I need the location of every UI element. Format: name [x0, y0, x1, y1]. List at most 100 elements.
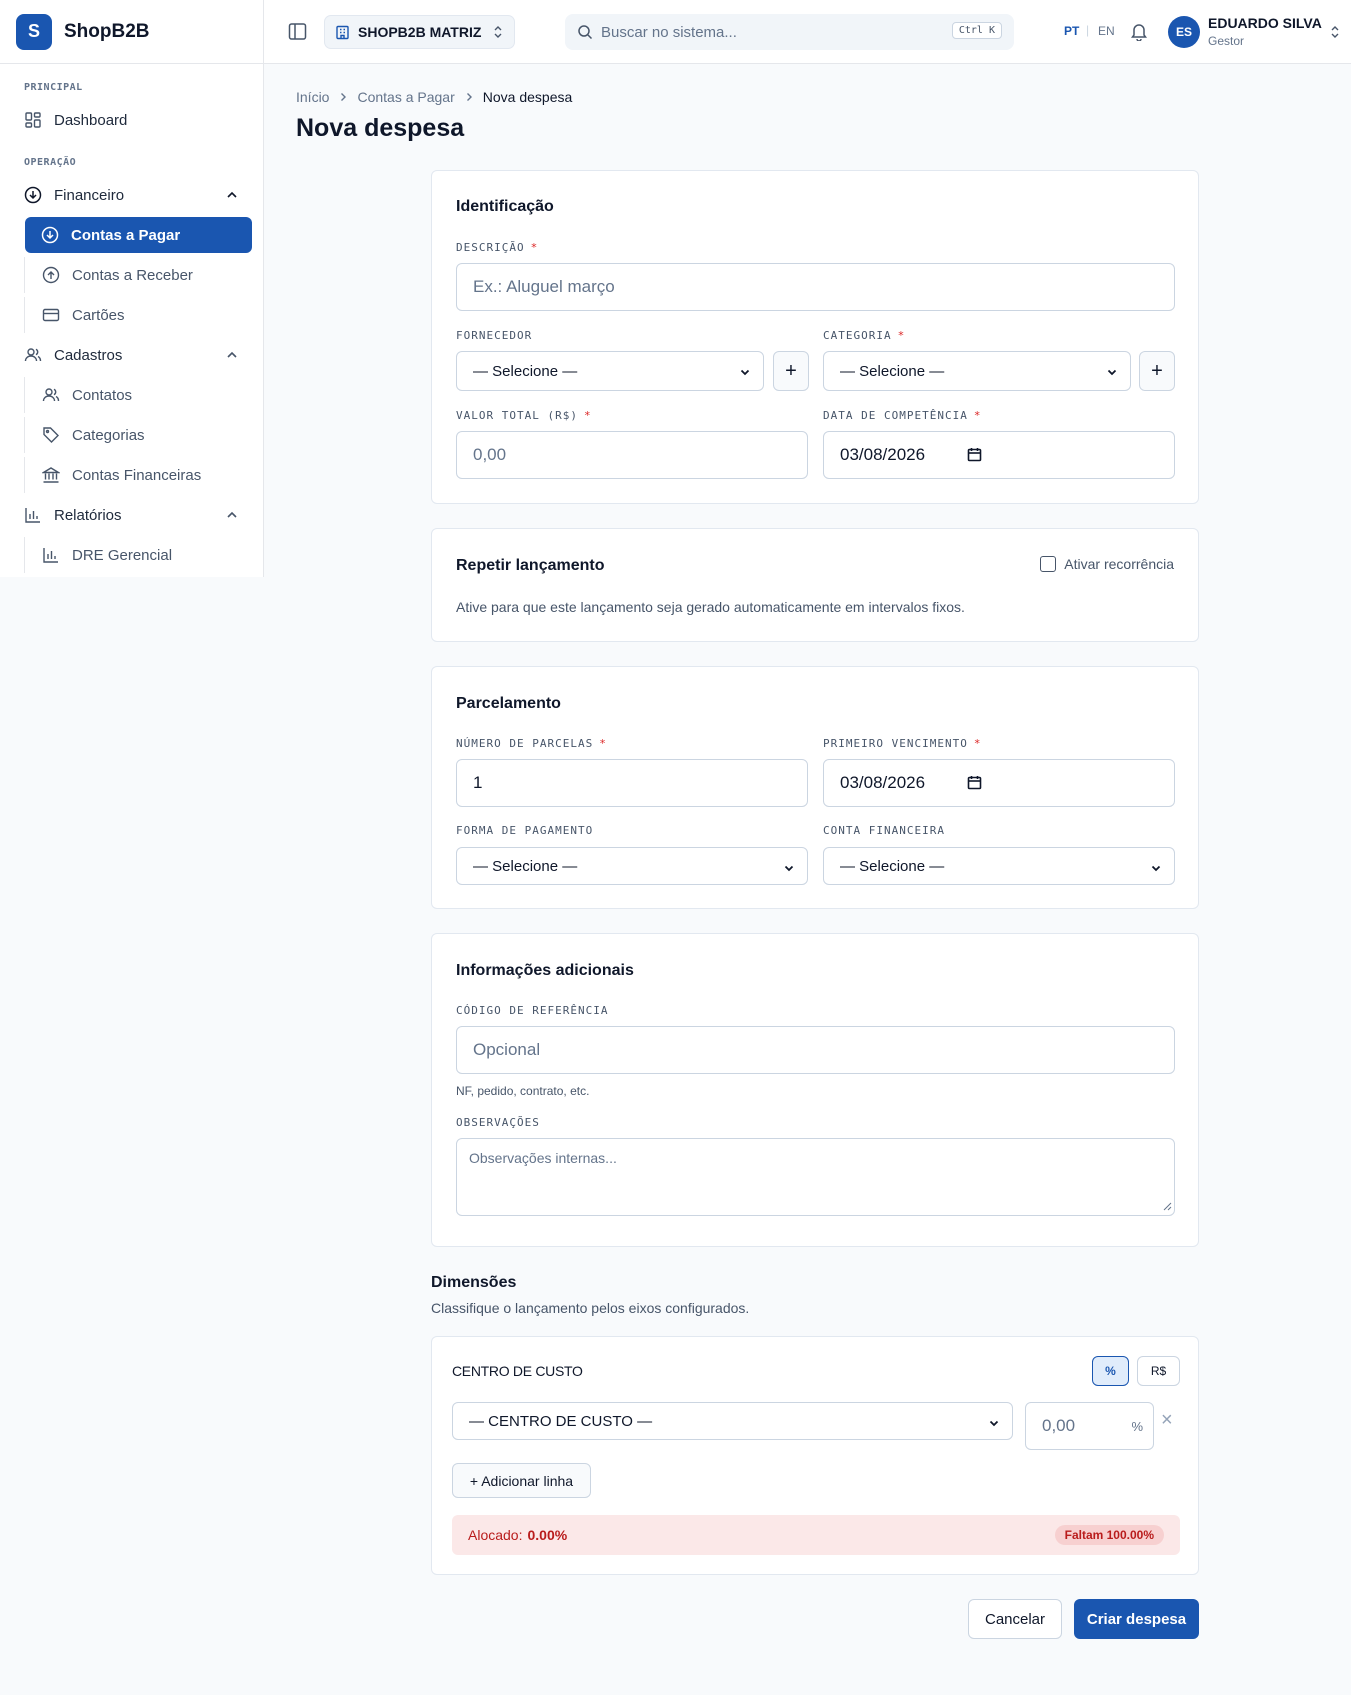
chevron-down-icon — [783, 861, 795, 878]
sidebar-item-label: Contatos — [72, 386, 133, 404]
recorrencia-checkbox[interactable] — [1040, 556, 1057, 572]
label-text: CATEGORIA — [823, 329, 892, 342]
add-fornecedor-button[interactable]: + — [773, 351, 809, 391]
categoria-select[interactable]: — Selecione — — [823, 351, 1131, 391]
breadcrumb-item-contas[interactable]: Contas a Pagar — [357, 89, 454, 105]
resize-handle-icon[interactable] — [1163, 1198, 1172, 1214]
valor-input[interactable]: 0,00 — [456, 431, 808, 479]
sidebar-toggle-icon[interactable] — [288, 22, 307, 46]
chevron-down-icon — [1150, 861, 1162, 878]
users-icon — [42, 386, 60, 404]
sidebar-item-dre-gerencial[interactable]: DRE Gerencial — [24, 537, 251, 573]
sidebar-item-contas-a-pagar[interactable]: Contas a Pagar — [25, 217, 252, 253]
user-name[interactable]: EDUARDO SILVA — [1208, 15, 1322, 31]
user-role: Gestor — [1208, 34, 1245, 48]
search-input[interactable]: Buscar no sistema... Ctrl K — [565, 14, 1014, 50]
lang-en[interactable]: EN — [1098, 24, 1115, 38]
bank-icon — [42, 466, 60, 484]
lang-pt[interactable]: PT — [1064, 24, 1079, 38]
required-mark: * — [530, 241, 539, 254]
sidebar-group-label: Relatórios — [54, 506, 122, 524]
vencimento-date-input[interactable]: 03/08/2026 — [823, 759, 1175, 807]
building-icon — [335, 25, 350, 40]
dimensoes-subtitle: Classifique o lançamento pelos eixos con… — [431, 1300, 750, 1316]
add-line-button[interactable]: + Adicionar linha — [452, 1463, 591, 1498]
chevron-right-icon — [464, 92, 474, 102]
fornecedor-select[interactable]: — Selecione — — [456, 351, 764, 391]
parcelas-input[interactable]: 1 — [456, 759, 808, 807]
sidebar-item-categorias[interactable]: Categorias — [24, 417, 251, 453]
chevron-up-icon — [225, 508, 239, 526]
select-value: — CENTRO DE CUSTO — — [469, 1412, 653, 1430]
brand[interactable]: S ShopB2B — [0, 0, 263, 64]
required-mark: * — [897, 329, 906, 342]
centro-custo-select[interactable]: — CENTRO DE CUSTO — — [452, 1402, 1013, 1440]
codigo-input[interactable]: Opcional — [456, 1026, 1175, 1074]
tag-icon — [42, 426, 60, 444]
sidebar-item-label: Dashboard — [54, 111, 128, 129]
chevrons-up-down-icon[interactable] — [1329, 25, 1341, 44]
competencia-date-input[interactable]: 03/08/2026 — [823, 431, 1175, 479]
sidebar-group-relatorios[interactable]: Relatórios — [24, 497, 239, 533]
descricao-label: DESCRIÇÃO * — [456, 241, 538, 254]
amount-unit: % — [1131, 1418, 1143, 1434]
label-text: DESCRIÇÃO — [456, 241, 525, 254]
breadcrumb-item-current: Nova despesa — [482, 89, 573, 105]
breadcrumb-item-inicio[interactable]: Início — [296, 89, 329, 105]
centro-custo-amount-input[interactable]: 0,00 % — [1025, 1402, 1154, 1450]
breadcrumb: Início Contas a Pagar Nova despesa — [296, 89, 572, 105]
allocation-status: Alocado: 0.00% Faltam 100.00% — [452, 1515, 1180, 1555]
valor-label: VALOR TOTAL (R$) * — [456, 409, 592, 422]
label-text: DATA DE COMPETÊNCIA — [823, 409, 968, 422]
cancel-button[interactable]: Cancelar — [968, 1599, 1062, 1639]
sidebar-item-label: DRE Gerencial — [72, 546, 173, 564]
section-label-principal: PRINCIPAL — [24, 82, 83, 93]
chevrons-up-down-icon — [492, 25, 504, 39]
required-mark: * — [973, 737, 982, 750]
company-selector[interactable]: SHOPB2B MATRIZ — [324, 15, 515, 49]
sidebar-item-contatos[interactable]: Contatos — [24, 377, 251, 413]
date-value: 03/08/2026 — [840, 773, 926, 792]
alocado-value: 0.00% — [527, 1527, 568, 1543]
chevron-down-icon — [988, 1416, 1000, 1433]
create-expense-button[interactable]: Criar despesa — [1074, 1599, 1199, 1639]
sidebar-item-dashboard[interactable]: Dashboard — [24, 102, 239, 138]
repetir-description: Ative para que este lançamento seja gera… — [456, 599, 965, 615]
chevron-up-icon — [225, 348, 239, 366]
chevron-up-icon — [225, 188, 239, 206]
faltam-badge: Faltam 100.00% — [1054, 1525, 1164, 1545]
fornecedor-label: FORNECEDOR — [456, 329, 533, 342]
sidebar-group-financeiro[interactable]: Financeiro — [24, 177, 239, 213]
topbar: SHOPB2B MATRIZ Buscar no sistema... Ctrl… — [264, 0, 1351, 64]
calendar-icon[interactable] — [967, 447, 982, 467]
observacoes-textarea[interactable]: Observações internas... — [456, 1138, 1175, 1216]
mode-money-button[interactable]: R$ — [1137, 1356, 1180, 1386]
sidebar-item-label: Contas a Receber — [72, 266, 193, 284]
centro-custo-label: CENTRO DE CUSTO — [452, 1363, 583, 1379]
forma-pagamento-select[interactable]: — Selecione — — [456, 847, 808, 885]
sidebar-item-cartoes[interactable]: Cartões — [24, 297, 251, 333]
sidebar: S ShopB2B PRINCIPAL Dashboard OPERAÇÃO F… — [0, 0, 264, 577]
avatar[interactable]: ES — [1168, 16, 1200, 48]
calendar-icon[interactable] — [967, 775, 982, 795]
sidebar-group-cadastros[interactable]: Cadastros — [24, 337, 239, 373]
label-text: PRIMEIRO VENCIMENTO — [823, 737, 968, 750]
recorrencia-toggle[interactable]: Ativar recorrência — [1040, 556, 1174, 572]
sidebar-item-contas-a-receber[interactable]: Contas a Receber — [24, 257, 251, 293]
sidebar-group-label: Financeiro — [54, 186, 125, 204]
add-categoria-button[interactable]: + — [1139, 351, 1175, 391]
search-shortcut: Ctrl K — [951, 22, 1002, 39]
card-title: Repetir lançamento — [456, 557, 605, 574]
remove-line-button[interactable]: × — [1161, 1409, 1173, 1432]
observacoes-label: OBSERVAÇÕES — [456, 1116, 540, 1129]
conta-financeira-select[interactable]: — Selecione — — [823, 847, 1175, 885]
select-value: — Selecione — — [840, 857, 945, 875]
page-title: Nova despesa — [296, 114, 465, 142]
descricao-input[interactable]: Ex.: Aluguel março — [456, 263, 1175, 311]
bell-icon[interactable] — [1130, 22, 1148, 46]
card-title: Parcelamento — [456, 695, 561, 712]
sidebar-item-contas-financeiras[interactable]: Contas Financeiras — [24, 457, 251, 493]
mode-percent-button[interactable]: % — [1092, 1356, 1129, 1386]
select-value: — Selecione — — [840, 362, 945, 380]
dashboard-icon — [24, 111, 42, 129]
